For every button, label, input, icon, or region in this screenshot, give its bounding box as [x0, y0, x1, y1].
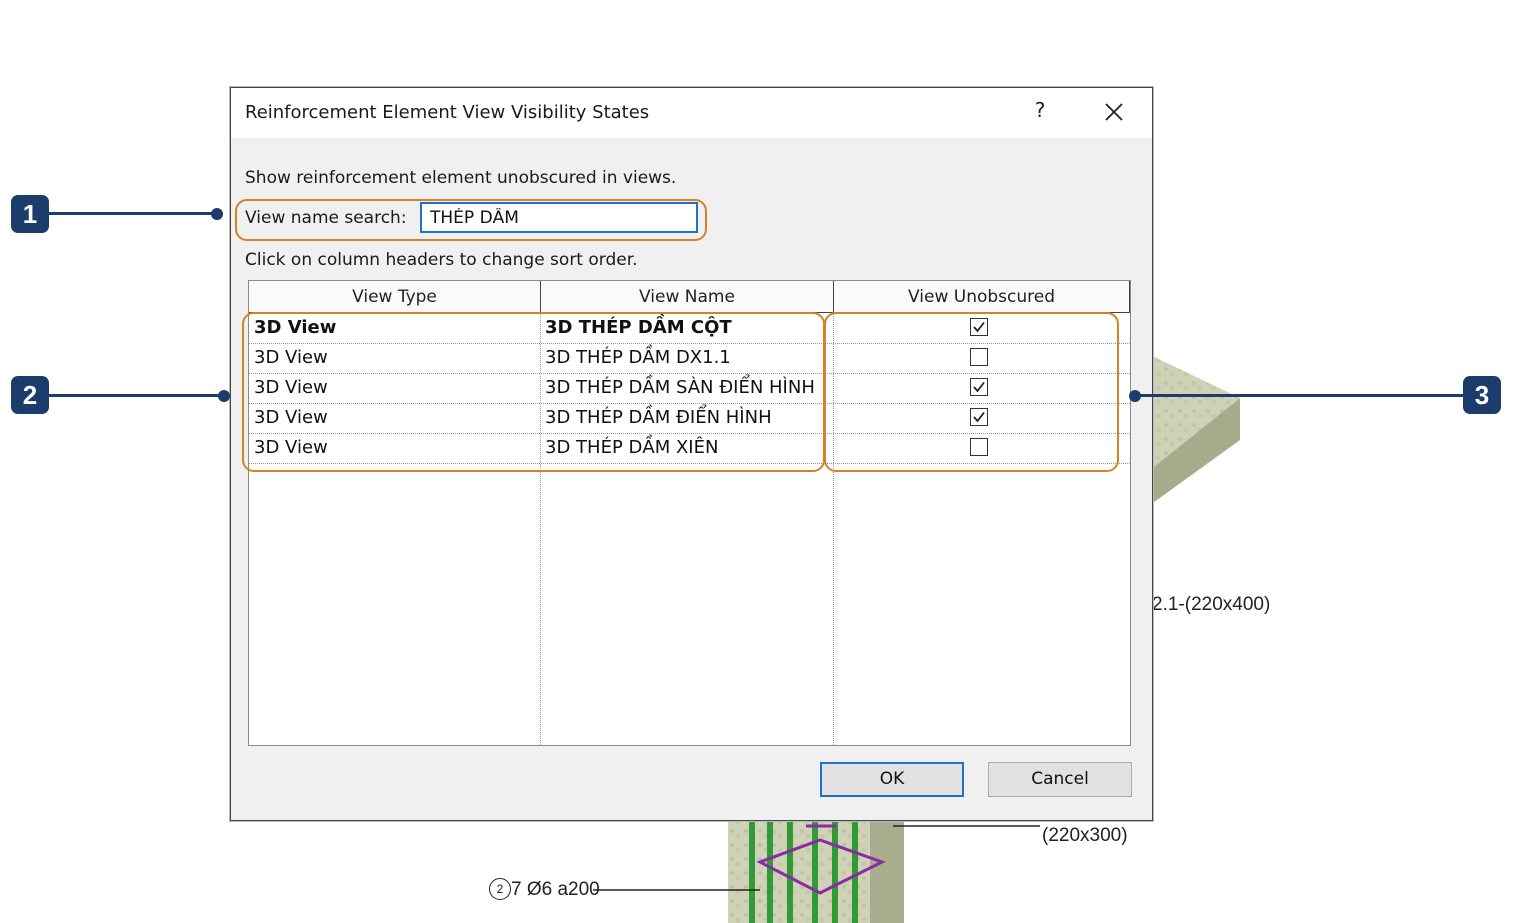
- callout-box-view-rows: [242, 312, 825, 472]
- callout-dot-1: [211, 208, 223, 220]
- cancel-button[interactable]: Cancel: [988, 762, 1132, 797]
- beam-dimension-label: 2.1-(220x400): [1152, 594, 1271, 615]
- callout-leader-1: [49, 212, 215, 215]
- rebar-spec-label: 7 Ø6 a200: [511, 879, 600, 900]
- callout-badge-2: 2: [11, 376, 49, 414]
- column-header-view-name[interactable]: View Name: [541, 281, 834, 312]
- dialog-title: Reinforcement Element View Visibility St…: [245, 102, 650, 123]
- column-dimension-label: (220x300): [1042, 825, 1128, 846]
- callout-box-unobscured: [824, 312, 1119, 472]
- rebar-mark-number: 2: [496, 882, 504, 896]
- close-icon: [1105, 103, 1123, 121]
- dialog-description: Show reinforcement element unobscured in…: [245, 168, 677, 188]
- dialog-titlebar: Reinforcement Element View Visibility St…: [231, 88, 1152, 138]
- sort-hint: Click on column headers to change sort o…: [245, 250, 638, 270]
- callout-leader-2: [49, 394, 222, 397]
- table-header: View Type View Name View Unobscured: [249, 281, 1130, 313]
- rebar-mark-circle: 2: [489, 878, 511, 900]
- column-header-view-type[interactable]: View Type: [249, 281, 541, 312]
- callout-leader-3: [1136, 394, 1463, 397]
- close-button[interactable]: [1096, 98, 1132, 128]
- column-header-view-unobscured[interactable]: View Unobscured: [834, 281, 1130, 312]
- callout-badge-1: 1: [11, 195, 49, 233]
- callout-badge-3: 3: [1463, 376, 1501, 414]
- callout-box-search: [235, 199, 707, 241]
- callout-dot-3: [1129, 390, 1141, 402]
- ok-button[interactable]: OK: [820, 762, 964, 797]
- callout-dot-2: [218, 390, 230, 402]
- help-button[interactable]: ?: [1027, 98, 1053, 126]
